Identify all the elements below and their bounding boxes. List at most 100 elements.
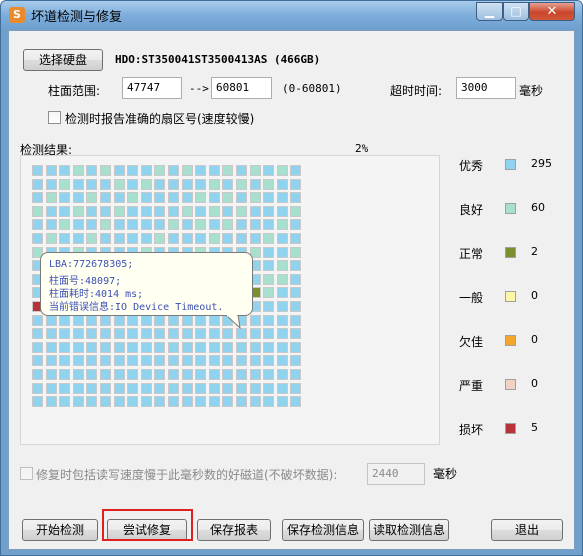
sector-cell[interactable] bbox=[140, 382, 152, 394]
sector-cell[interactable] bbox=[100, 314, 111, 326]
sector-cell[interactable] bbox=[222, 178, 234, 190]
sector-cell[interactable] bbox=[32, 328, 43, 340]
load-scan-info-button[interactable]: 读取检测信息 bbox=[369, 519, 449, 541]
sector-cell[interactable] bbox=[140, 369, 152, 380]
sector-cell[interactable] bbox=[222, 219, 234, 231]
sector-cell[interactable] bbox=[290, 355, 302, 367]
sector-cell[interactable] bbox=[168, 328, 179, 340]
sector-cell[interactable] bbox=[181, 178, 193, 190]
sector-cell[interactable] bbox=[276, 328, 288, 340]
sector-cell[interactable] bbox=[195, 382, 207, 394]
sector-cell[interactable] bbox=[236, 178, 247, 190]
sector-cell[interactable] bbox=[72, 369, 84, 380]
sector-cell[interactable] bbox=[127, 382, 139, 394]
sector-cell[interactable] bbox=[181, 219, 193, 231]
sector-cell[interactable] bbox=[32, 355, 43, 367]
sector-cell[interactable] bbox=[113, 219, 125, 231]
sector-cell[interactable] bbox=[276, 314, 288, 326]
sector-cell[interactable] bbox=[86, 165, 98, 176]
sector-cell[interactable] bbox=[72, 165, 84, 176]
sector-cell[interactable] bbox=[263, 165, 275, 176]
sector-cell[interactable] bbox=[208, 233, 220, 244]
sector-cell[interactable] bbox=[127, 192, 139, 204]
sector-cell[interactable] bbox=[45, 382, 57, 394]
sector-cell[interactable] bbox=[276, 178, 288, 190]
sector-cell[interactable] bbox=[208, 219, 220, 231]
sector-cell[interactable] bbox=[195, 165, 207, 176]
sector-cell[interactable] bbox=[249, 328, 261, 340]
sector-cell[interactable] bbox=[263, 314, 275, 326]
sector-cell[interactable] bbox=[86, 396, 98, 408]
sector-cell[interactable] bbox=[127, 205, 139, 217]
sector-cell[interactable] bbox=[45, 233, 57, 244]
sector-cell[interactable] bbox=[236, 219, 247, 231]
sector-cell[interactable] bbox=[154, 165, 166, 176]
sector-cell[interactable] bbox=[168, 314, 179, 326]
sector-cell[interactable] bbox=[100, 355, 111, 367]
sector-cell[interactable] bbox=[290, 287, 302, 299]
sector-cell[interactable] bbox=[290, 260, 302, 272]
sector-cell[interactable] bbox=[181, 165, 193, 176]
sector-cell[interactable] bbox=[72, 219, 84, 231]
sector-cell[interactable] bbox=[86, 382, 98, 394]
sector-cell[interactable] bbox=[181, 205, 193, 217]
sector-cell[interactable] bbox=[32, 192, 43, 204]
sector-cell[interactable] bbox=[140, 205, 152, 217]
sector-cell[interactable] bbox=[154, 341, 166, 353]
sector-cell[interactable] bbox=[100, 341, 111, 353]
sector-cell[interactable] bbox=[168, 219, 179, 231]
sector-cell[interactable] bbox=[195, 178, 207, 190]
sector-cell[interactable] bbox=[195, 314, 207, 326]
sector-cell[interactable] bbox=[168, 369, 179, 380]
sector-cell[interactable] bbox=[127, 328, 139, 340]
sector-cell[interactable] bbox=[236, 396, 247, 408]
sector-cell[interactable] bbox=[276, 233, 288, 244]
sector-cell[interactable] bbox=[140, 192, 152, 204]
sector-cell[interactable] bbox=[140, 165, 152, 176]
sector-cell[interactable] bbox=[113, 355, 125, 367]
sector-cell[interactable] bbox=[276, 219, 288, 231]
sector-cell[interactable] bbox=[181, 382, 193, 394]
sector-cell[interactable] bbox=[140, 233, 152, 244]
sector-cell[interactable] bbox=[236, 328, 247, 340]
sector-cell[interactable] bbox=[45, 178, 57, 190]
maximize-button[interactable]: □ bbox=[503, 2, 529, 21]
sector-cell[interactable] bbox=[32, 396, 43, 408]
sector-cell[interactable] bbox=[263, 301, 275, 312]
sector-cell[interactable] bbox=[249, 396, 261, 408]
sector-cell[interactable] bbox=[140, 328, 152, 340]
sector-cell[interactable] bbox=[263, 260, 275, 272]
sector-cell[interactable] bbox=[168, 178, 179, 190]
sector-cell[interactable] bbox=[276, 205, 288, 217]
sector-cell[interactable] bbox=[113, 328, 125, 340]
sector-cell[interactable] bbox=[32, 369, 43, 380]
sector-cell[interactable] bbox=[72, 396, 84, 408]
sector-cell[interactable] bbox=[236, 205, 247, 217]
sector-cell[interactable] bbox=[59, 205, 71, 217]
sector-cell[interactable] bbox=[72, 328, 84, 340]
sector-cell[interactable] bbox=[45, 205, 57, 217]
sector-cell[interactable] bbox=[249, 205, 261, 217]
sector-cell[interactable] bbox=[140, 314, 152, 326]
sector-cell[interactable] bbox=[140, 355, 152, 367]
sector-cell[interactable] bbox=[181, 341, 193, 353]
sector-cell[interactable] bbox=[140, 396, 152, 408]
sector-cell[interactable] bbox=[154, 314, 166, 326]
sector-cell[interactable] bbox=[263, 246, 275, 258]
sector-cell[interactable] bbox=[249, 382, 261, 394]
sector-cell[interactable] bbox=[290, 382, 302, 394]
sector-cell[interactable] bbox=[263, 219, 275, 231]
sector-cell[interactable] bbox=[86, 205, 98, 217]
sector-cell[interactable] bbox=[249, 314, 261, 326]
sector-cell[interactable] bbox=[222, 369, 234, 380]
sector-cell[interactable] bbox=[113, 369, 125, 380]
sector-cell[interactable] bbox=[222, 396, 234, 408]
sector-cell[interactable] bbox=[45, 219, 57, 231]
sector-cell[interactable] bbox=[59, 382, 71, 394]
sector-cell[interactable] bbox=[249, 192, 261, 204]
sector-cell[interactable] bbox=[263, 341, 275, 353]
sector-cell[interactable] bbox=[100, 369, 111, 380]
sector-cell[interactable] bbox=[168, 205, 179, 217]
sector-cell[interactable] bbox=[113, 205, 125, 217]
sector-cell[interactable] bbox=[72, 341, 84, 353]
